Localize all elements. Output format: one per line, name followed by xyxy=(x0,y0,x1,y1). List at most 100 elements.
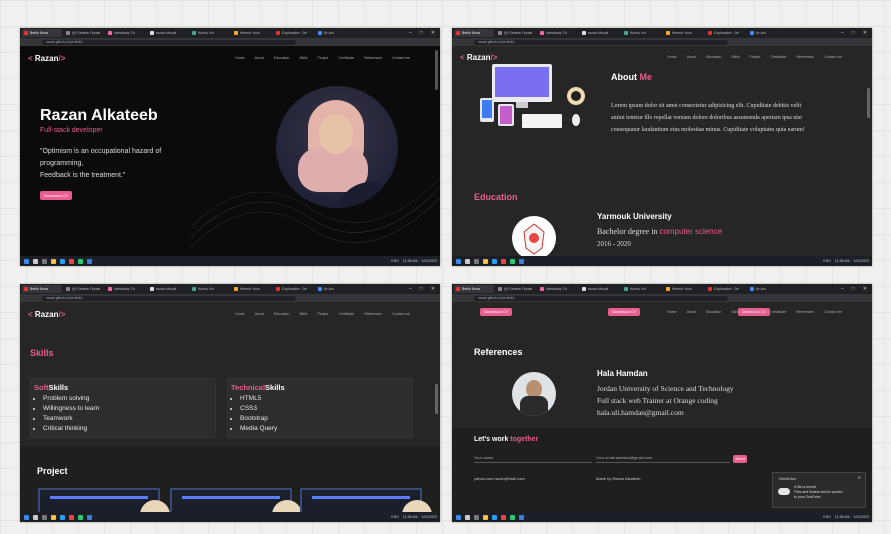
edge-icon[interactable] xyxy=(60,258,65,264)
browser-tab[interactable]: Exploration - De xyxy=(274,285,314,293)
email-input[interactable]: Your email address@gmail.com xyxy=(596,454,730,463)
browser-tab[interactable]: Kerene Yoon xyxy=(664,29,704,37)
nav-item-education[interactable]: Education xyxy=(706,310,722,314)
file-explorer-icon[interactable] xyxy=(51,514,56,520)
browser-tab[interactable]: Kondo Ich xyxy=(622,285,662,293)
pink-button[interactable]: Download CV xyxy=(608,308,640,316)
language-indicator[interactable]: ENG xyxy=(823,515,831,519)
browser-tab[interactable]: Kondo Ich xyxy=(190,29,230,37)
browser-tab[interactable]: (9) Rewrite Donati xyxy=(496,29,536,37)
vscode-icon[interactable] xyxy=(87,258,92,264)
search-icon[interactable] xyxy=(33,514,38,520)
browser-tab[interactable]: Kerene Yoon xyxy=(232,285,272,293)
clock-time[interactable]: 11:38 AM xyxy=(403,259,418,263)
browser-tab[interactable]: Berlin Nova xyxy=(22,285,62,293)
close-icon[interactable]: ✕ xyxy=(863,30,867,36)
file-explorer-icon[interactable] xyxy=(483,258,488,264)
nav-item-certificate[interactable]: Certificate xyxy=(770,310,786,314)
url-field[interactable]: razan.github.io/portfolio xyxy=(474,295,728,301)
browser-tab[interactable]: Interstudy Ch xyxy=(538,29,578,37)
close-icon[interactable]: ✕ xyxy=(431,286,435,292)
clock-time[interactable]: 11:38 AM xyxy=(835,259,850,263)
clock-time[interactable]: 11:38 AM xyxy=(403,515,418,519)
clock-date[interactable]: 1/31/2023 xyxy=(421,515,437,519)
windows-start-icon[interactable] xyxy=(24,514,29,520)
nav-item-project[interactable]: Project xyxy=(318,312,329,316)
nav-item-certificate[interactable]: Certificate xyxy=(770,55,786,59)
nav-item-about[interactable]: About xyxy=(255,56,264,60)
nav-item-skills[interactable]: Skills xyxy=(299,56,307,60)
send-button[interactable]: Send xyxy=(733,455,747,463)
browser-tab[interactable]: Berlin Nova xyxy=(454,285,494,293)
windows-start-icon[interactable] xyxy=(24,258,29,264)
language-indicator[interactable]: ENG xyxy=(823,259,831,263)
browser-tab[interactable]: Interstudy Ch xyxy=(106,29,146,37)
browser-tab[interactable]: razan Abouki xyxy=(148,29,188,37)
site-logo[interactable]: < Razan/> xyxy=(28,310,65,319)
nav-item-certificate[interactable]: Certificate xyxy=(338,312,354,316)
edge-icon[interactable] xyxy=(60,514,65,520)
nav-item-about[interactable]: About xyxy=(687,310,696,314)
task-view-icon[interactable] xyxy=(474,514,479,520)
browser-tab[interactable]: Exploration - De xyxy=(706,29,746,37)
chrome-icon[interactable] xyxy=(69,258,74,264)
close-icon[interactable]: ✕ xyxy=(431,30,435,36)
download-cv-button[interactable]: Download CV xyxy=(40,191,73,200)
windows-start-icon[interactable] xyxy=(456,514,461,520)
browser-tab[interactable]: Exploration - De xyxy=(274,29,314,37)
vscode-icon[interactable] xyxy=(519,514,524,520)
browser-tab[interactable]: razan Abouki xyxy=(580,285,620,293)
nav-item-project[interactable]: Project xyxy=(318,56,329,60)
minimize-icon[interactable]: – xyxy=(409,286,412,292)
nav-item-about[interactable]: About xyxy=(255,312,264,316)
close-icon[interactable]: ✕ xyxy=(858,475,861,480)
site-logo[interactable]: < Razan/> xyxy=(28,54,65,63)
onedrive-notification[interactable]: OneDrive ✕ A file is turned Files and fo… xyxy=(772,472,866,508)
nav-item-project[interactable]: Project xyxy=(750,55,761,59)
task-view-icon[interactable] xyxy=(474,258,479,264)
chrome-icon[interactable] xyxy=(69,514,74,520)
browser-tab[interactable]: Ar-Aro xyxy=(316,285,356,293)
url-field[interactable]: razan.github.io/portfolio xyxy=(474,39,728,45)
nav-item-contact[interactable]: Contact me xyxy=(392,312,410,316)
nav-item-education[interactable]: Education xyxy=(706,55,722,59)
vscode-icon[interactable] xyxy=(87,514,92,520)
nav-item-certificate[interactable]: Certificate xyxy=(338,56,354,60)
nav-item-home[interactable]: Home xyxy=(235,312,244,316)
language-indicator[interactable]: ENG xyxy=(391,515,399,519)
edge-icon[interactable] xyxy=(492,514,497,520)
task-view-icon[interactable] xyxy=(42,514,47,520)
nav-item-references[interactable]: References xyxy=(364,56,382,60)
edge-icon[interactable] xyxy=(492,258,497,264)
nav-item-contact[interactable]: Contact me xyxy=(824,310,842,314)
language-indicator[interactable]: ENG xyxy=(391,259,399,263)
browser-tab[interactable]: (9) Rewrite Donati xyxy=(496,285,536,293)
app-icon[interactable] xyxy=(510,258,515,264)
clock-date[interactable]: 1/31/2023 xyxy=(853,259,869,263)
file-explorer-icon[interactable] xyxy=(51,258,56,264)
browser-tab[interactable]: Kondo Ich xyxy=(622,29,662,37)
vscode-icon[interactable] xyxy=(519,258,524,264)
browser-tab[interactable]: Interstudy Ch xyxy=(538,285,578,293)
maximize-icon[interactable]: □ xyxy=(852,30,855,36)
chrome-icon[interactable] xyxy=(501,258,506,264)
browser-tab[interactable]: razan Abouki xyxy=(580,29,620,37)
scrollbar[interactable] xyxy=(435,384,438,414)
task-view-icon[interactable] xyxy=(42,258,47,264)
browser-tab[interactable]: razan Abouki xyxy=(148,285,188,293)
browser-tab[interactable]: Kondo Ich xyxy=(190,285,230,293)
url-field[interactable]: razan.github.io/portfolio xyxy=(42,295,296,301)
pink-button[interactable]: Download CV xyxy=(480,308,512,316)
nav-item-home[interactable]: Home xyxy=(667,310,676,314)
scrollbar[interactable] xyxy=(867,88,870,118)
browser-tab[interactable]: Exploration - De xyxy=(706,285,746,293)
browser-tab[interactable]: Interstudy Ch xyxy=(106,285,146,293)
minimize-icon[interactable]: – xyxy=(409,30,412,36)
nav-item-project[interactable]: Project xyxy=(750,310,761,314)
nav-item-skills[interactable]: Skills xyxy=(731,55,739,59)
browser-tab[interactable]: Ar-Aro xyxy=(748,29,788,37)
browser-tab[interactable]: Ar-Aro xyxy=(316,29,356,37)
app-icon[interactable] xyxy=(78,514,83,520)
nav-item-skills[interactable]: Skills xyxy=(299,312,307,316)
maximize-icon[interactable]: □ xyxy=(420,30,423,36)
